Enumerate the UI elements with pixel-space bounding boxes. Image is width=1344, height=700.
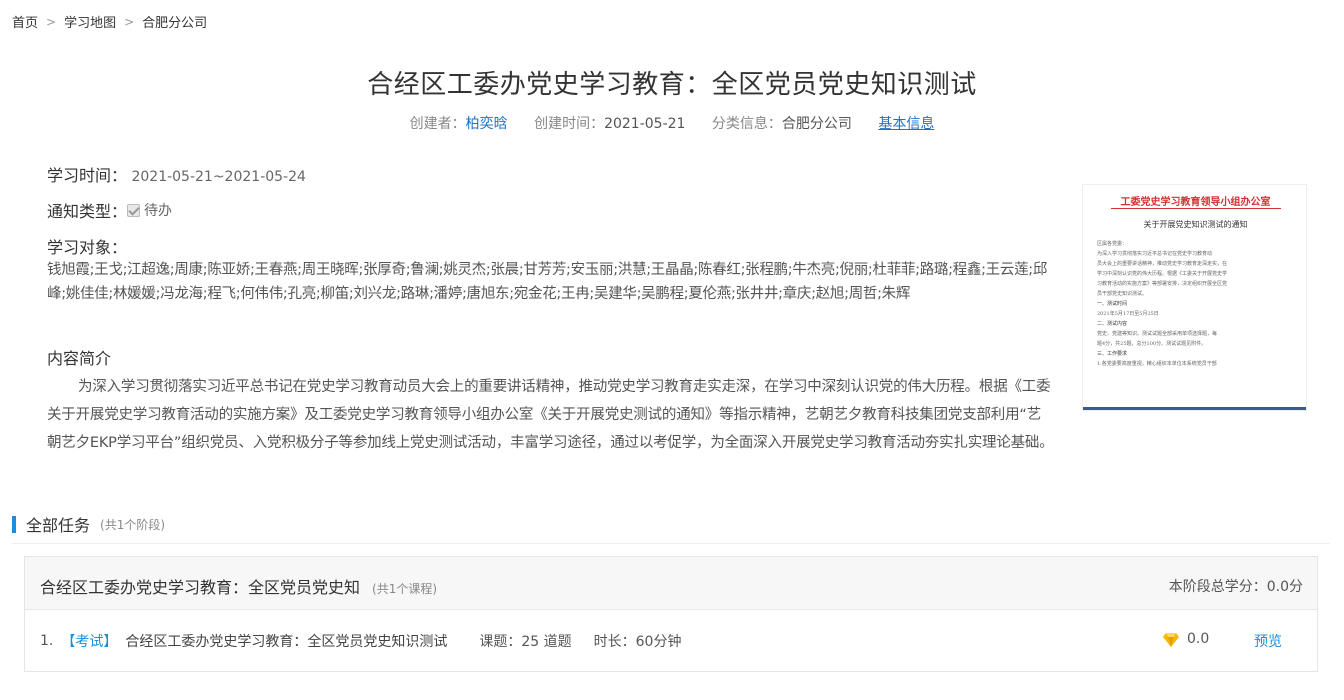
doc-line: 区属各党委： bbox=[1097, 241, 1128, 247]
section-accent-bar bbox=[12, 515, 16, 533]
doc-line: 三、工作要求 bbox=[1097, 351, 1128, 357]
exam-tag: 【考试】 bbox=[61, 634, 118, 650]
study-time-label: 学习时间： bbox=[47, 166, 128, 185]
tasks-title: 全部任务 bbox=[26, 516, 91, 535]
time-label: 创建时间： bbox=[534, 116, 605, 132]
preview-button[interactable]: 预览 bbox=[1254, 631, 1282, 651]
breadcrumb-home[interactable]: 首页 bbox=[12, 12, 38, 31]
notice-type-row: 通知类型： 待办 bbox=[47, 198, 1057, 222]
item-number: 1. bbox=[40, 633, 54, 649]
question-count: 课题：25 道题 bbox=[479, 634, 572, 650]
checkbox-icon bbox=[127, 203, 141, 217]
stage-card: 合经区工委办党史学习教育：全区党员党史知 (共1个课程) 本阶段总学分：0.0分 … bbox=[24, 556, 1318, 672]
study-time-value: 2021-05-21~2021-05-24 bbox=[131, 169, 306, 185]
chevron-right-icon: > bbox=[46, 14, 57, 29]
course-name[interactable]: 合经区工委办党史学习教育：全区党员党史知识测试 bbox=[125, 631, 447, 651]
page-title: 合经区工委办党史学习教育：全区党员党史知识测试 bbox=[367, 70, 977, 100]
section-divider bbox=[12, 543, 1330, 544]
intro-label: 内容简介 bbox=[47, 349, 112, 368]
course-score: 0.0 bbox=[1187, 631, 1210, 647]
create-time: 2021-05-21 bbox=[604, 116, 686, 132]
study-target-label: 学习对象： bbox=[47, 238, 128, 257]
stage-count: (共1个课程) bbox=[372, 582, 438, 596]
doc-line: 员大会上的重要讲话精神，推动党史学习教育走深走实，在 bbox=[1097, 261, 1228, 267]
doc-line: 题4分，共25题，总分100分。测试试题见附件。 bbox=[1097, 341, 1207, 347]
study-time-row: 学习时间： 2021-05-21~2021-05-24 bbox=[47, 162, 1057, 186]
doc-line: 党史、党建等知识。测试试题全部采用单项选择题，每 bbox=[1097, 331, 1218, 337]
page: 首页 > 学习地图 > 合肥分公司 合经区工委办党史学习教育：全区党员党史知识测… bbox=[0, 0, 1344, 700]
tasks-count: (共1个阶段) bbox=[100, 517, 166, 532]
tasks-section-header: 全部任务 (共1个阶段) bbox=[12, 512, 165, 536]
doc-bottom-bar bbox=[1083, 407, 1306, 410]
diamond-icon bbox=[1163, 633, 1179, 647]
creator-link[interactable]: 柏奕晗 bbox=[466, 116, 508, 132]
basic-info-link[interactable]: 基本信息 bbox=[878, 116, 934, 132]
duration: 时长：60分钟 bbox=[593, 634, 682, 650]
doc-line: 学习中深刻认识党的伟大历程。根据《工委关于开展党史学 bbox=[1097, 271, 1228, 277]
doc-line: 2021年5月17日至5月25日 bbox=[1097, 311, 1159, 317]
intro-section: 内容简介 为深入学习贯彻落实习近平总书记在党史学习教育动员大会上的重要讲话精神，… bbox=[47, 345, 1057, 457]
meta-info: 创建者：柏奕晗 创建时间：2021-05-21 分类信息：合肥分公司 基本信息 bbox=[0, 113, 1344, 133]
intro-text: 为深入学习贯彻落实习近平总书记在党史学习教育动员大会上的重要讲话精神，推动党史学… bbox=[47, 379, 1054, 451]
stage-score: 本阶段总学分：0.0分 bbox=[1168, 579, 1303, 595]
breadcrumb: 首页 > 学习地图 > 合肥分公司 bbox=[12, 12, 208, 32]
stage-header: 合经区工委办党史学习教育：全区党员党史知 (共1个课程) 本阶段总学分：0.0分 bbox=[25, 557, 1317, 610]
document-thumbnail[interactable]: 工委党史学习教育领导小组办公室 关于开展党史知识测试的通知 区属各党委： 为深入… bbox=[1082, 184, 1307, 411]
category-value: 合肥分公司 bbox=[781, 116, 852, 132]
doc-line: 为深入学习贯彻落实习近平总书记在党史学习教育动 bbox=[1097, 251, 1213, 257]
notice-type-value: 待办 bbox=[144, 203, 173, 219]
doc-line: 习教育活动的实施方案》等部署安排，决定组织开展全区党 bbox=[1097, 281, 1228, 287]
breadcrumb-current: 合肥分公司 bbox=[142, 16, 208, 31]
course-item: 1. 【考试】 合经区工委办党史学习教育：全区党员党史知识测试 课题：25 道题… bbox=[40, 631, 681, 651]
doc-header: 工委党史学习教育领导小组办公室 bbox=[1120, 197, 1271, 208]
doc-subtitle: 关于开展党史知识测试的通知 bbox=[1143, 220, 1248, 229]
study-target-list: 钱旭霞;王戈;江超逸;周康;陈亚娇;王春燕;周王晓晖;张厚奇;鲁澜;姚灵杰;张晨… bbox=[47, 262, 1048, 302]
category-label: 分类信息： bbox=[711, 116, 782, 132]
doc-body: 区属各党委： 为深入学习贯彻落实习近平总书记在党史学习教育动 员大会上的重要讲话… bbox=[1097, 239, 1297, 369]
chevron-right-icon: > bbox=[124, 14, 135, 29]
breadcrumb-study-map[interactable]: 学习地图 bbox=[64, 12, 116, 31]
stage-title-text: 合经区工委办党史学习教育：全区党员党史知 bbox=[40, 578, 361, 597]
doc-line: 一、测试时间 bbox=[1097, 301, 1128, 307]
doc-line: 1.各党委要高度重视，精心组织本单位本系统党员干部 bbox=[1097, 361, 1217, 367]
study-target-row: 学习对象： 钱旭霞;王戈;江超逸;周康;陈亚娇;王春燕;周王晓晖;张厚奇;鲁澜;… bbox=[47, 234, 1057, 306]
creator-label: 创建者： bbox=[409, 116, 466, 132]
doc-line: 二、测试内容 bbox=[1097, 321, 1128, 327]
doc-line: 员干部党史知识测试。 bbox=[1097, 291, 1148, 297]
notice-type-label: 通知类型： bbox=[47, 202, 128, 221]
stage-title: 合经区工委办党史学习教育：全区党员党史知 (共1个课程) bbox=[40, 574, 437, 598]
doc-divider bbox=[1111, 208, 1281, 209]
